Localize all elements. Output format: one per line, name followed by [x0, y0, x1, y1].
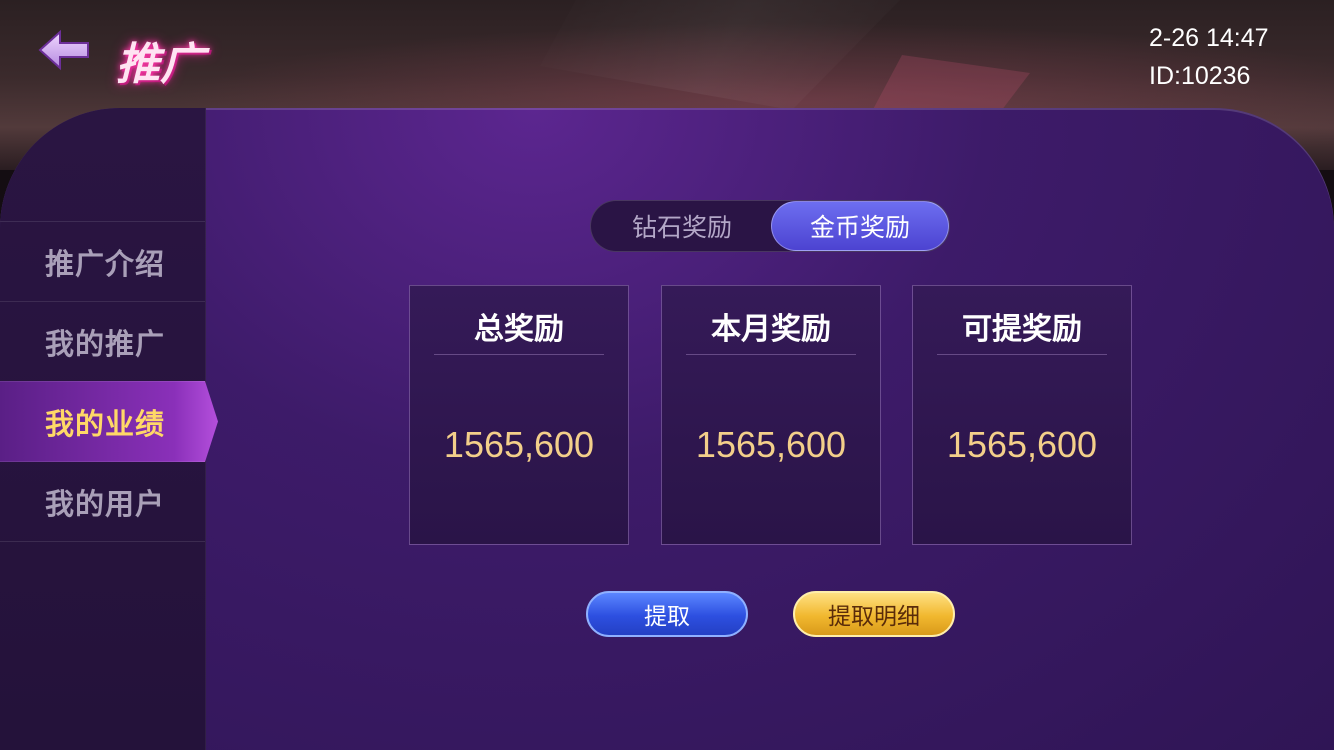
reward-type-switch: 钻石奖励 金币奖励 [590, 200, 950, 252]
sidebar-item-my-performance[interactable]: 我的业绩 [0, 381, 218, 462]
card-title: 可提奖励 [962, 312, 1082, 347]
sidebar-divider [0, 541, 205, 542]
card-value: 1565,600 [695, 424, 847, 465]
user-id-label: ID:10236 [1149, 62, 1251, 90]
back-arrow-icon[interactable] [38, 28, 90, 72]
sidebar-item-my-promotion[interactable]: 我的推广 [0, 301, 205, 382]
card-value: 1565,600 [946, 424, 1098, 465]
card-title: 总奖励 [474, 312, 564, 347]
sidebar-item-label: 我的业绩 [45, 407, 166, 441]
sidebar-item-my-users[interactable]: 我的用户 [0, 461, 205, 542]
tab-gold-reward[interactable]: 金币奖励 [771, 201, 949, 251]
card-title: 本月奖励 [711, 312, 831, 347]
page-title: 推广 [116, 39, 204, 90]
sidebar-item-label: 推广介绍 [45, 247, 166, 281]
card-divider [686, 354, 856, 355]
card-divider [434, 354, 604, 355]
sidebar: 推广介绍 我的推广 我的业绩 我的用户 [0, 108, 218, 750]
card-value: 1565,600 [443, 424, 595, 465]
sidebar-item-label: 我的推广 [45, 327, 166, 361]
total-reward-card: 总奖励 1565,600 [409, 285, 629, 545]
tab-diamond-reward[interactable]: 钻石奖励 [593, 201, 771, 251]
withdraw-button[interactable]: 提取 [586, 591, 748, 637]
sidebar-item-intro[interactable]: 推广介绍 [0, 221, 205, 302]
withdraw-detail-button[interactable]: 提取明细 [793, 591, 955, 637]
card-divider [937, 354, 1107, 355]
datetime-label: 2-26 14:47 [1149, 24, 1269, 52]
monthly-reward-card: 本月奖励 1565,600 [661, 285, 881, 545]
withdrawable-reward-card: 可提奖励 1565,600 [912, 285, 1132, 545]
sidebar-item-label: 我的用户 [45, 487, 166, 521]
